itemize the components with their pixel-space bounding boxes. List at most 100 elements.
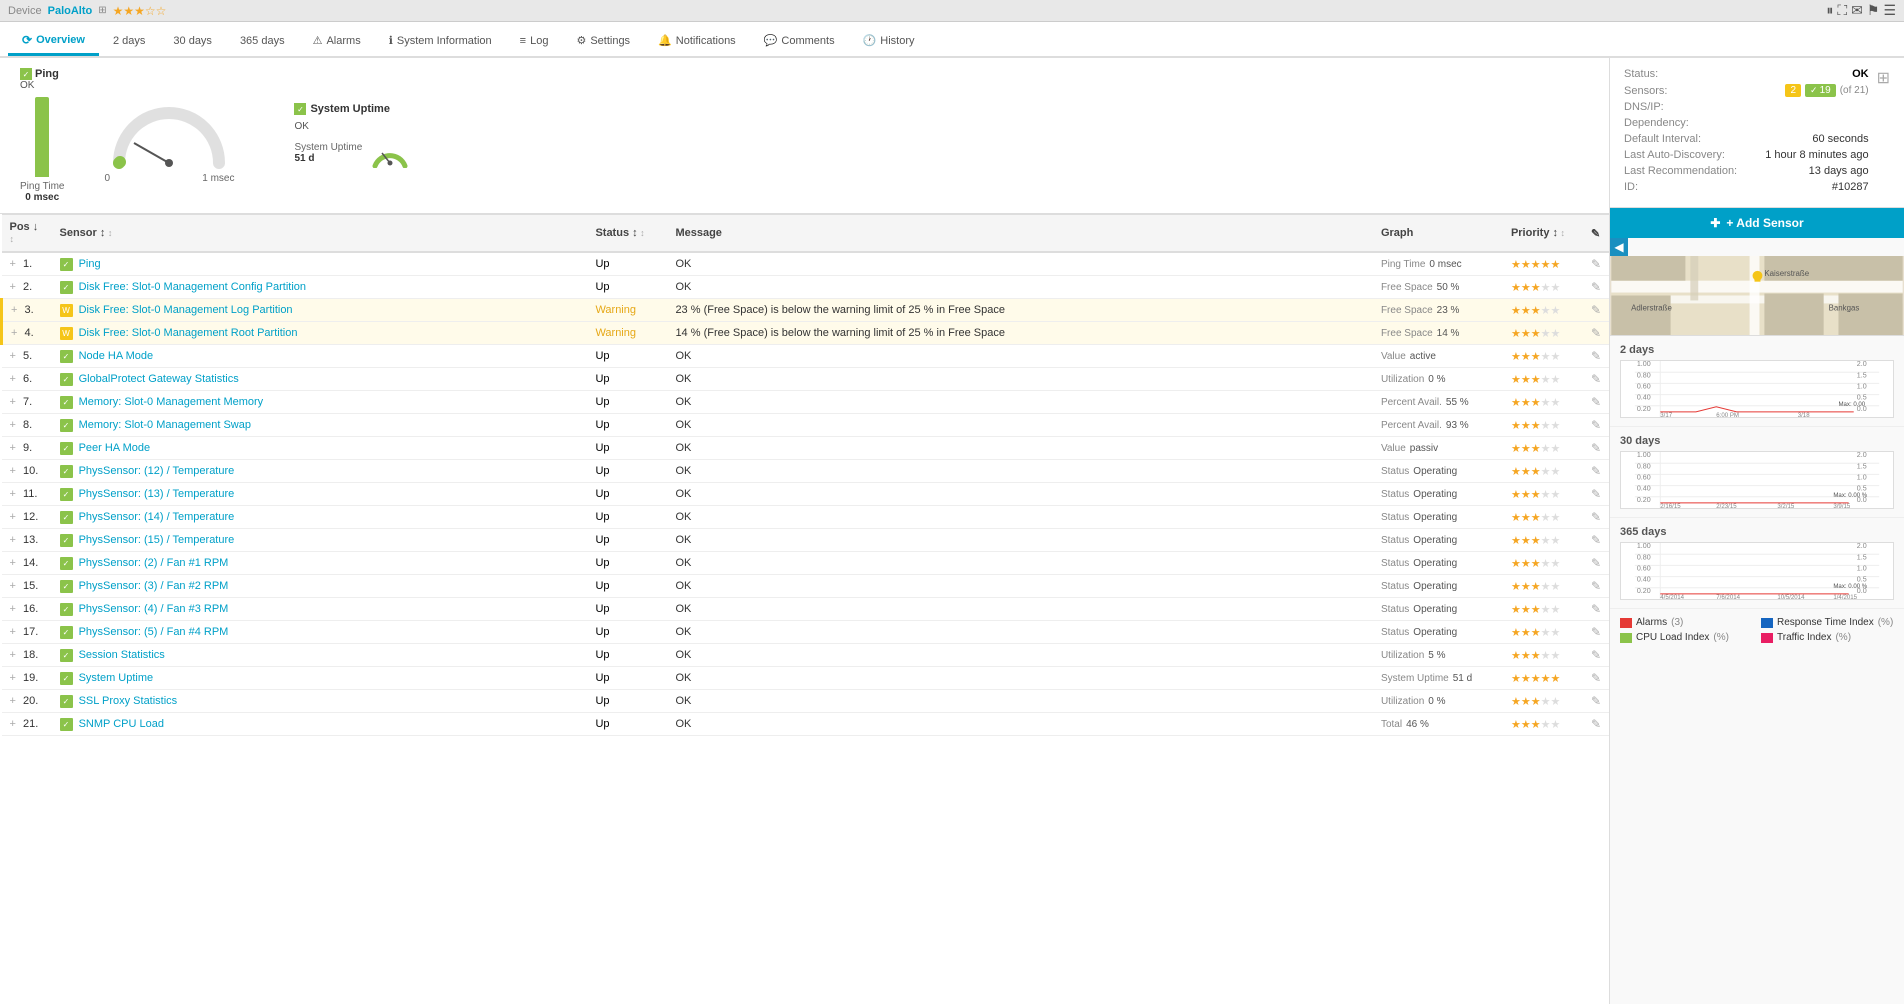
sensor-name[interactable]: Peer HA Mode [79,442,151,454]
edit-icon[interactable]: ✎ [1591,510,1601,524]
sensor-name[interactable]: Disk Free: Slot-0 Management Log Partiti… [79,304,293,316]
edit-icon[interactable]: ✎ [1591,395,1601,409]
sensor-name[interactable]: SSL Proxy Statistics [79,695,178,707]
tab-365days[interactable]: 365 days [226,29,299,56]
tab-comments[interactable]: 💬 Comments [750,28,849,56]
cell-edit[interactable]: ✎ [1583,667,1609,690]
sensor-name[interactable]: Disk Free: Slot-0 Management Root Partit… [79,327,298,339]
tab-sysinfo[interactable]: ℹ System Information [375,28,506,56]
th-sensor[interactable]: Sensor ↕ [52,215,588,253]
drag-handle[interactable]: + [10,626,16,638]
cell-edit[interactable]: ✎ [1583,506,1609,529]
cell-edit[interactable]: ✎ [1583,414,1609,437]
drag-handle[interactable]: + [10,718,16,730]
sensor-name[interactable]: SNMP CPU Load [79,718,164,730]
sensor-name[interactable]: Ping [79,258,101,270]
cell-edit[interactable]: ✎ [1583,276,1609,299]
cell-edit[interactable]: ✎ [1583,529,1609,552]
edit-icon[interactable]: ✎ [1591,326,1601,340]
sensor-name[interactable]: PhysSensor: (12) / Temperature [79,465,235,477]
sensor-name[interactable]: System Uptime [79,672,154,684]
edit-icon[interactable]: ✎ [1591,556,1601,570]
drag-handle[interactable]: + [10,580,16,592]
cell-edit[interactable]: ✎ [1583,252,1609,276]
drag-handle[interactable]: + [10,603,16,615]
sensor-name[interactable]: Disk Free: Slot-0 Management Config Part… [79,281,306,293]
sensor-name[interactable]: PhysSensor: (13) / Temperature [79,488,235,500]
drag-handle[interactable]: + [10,511,16,523]
drag-handle[interactable]: + [10,442,16,454]
sensor-name[interactable]: Memory: Slot-0 Management Memory [79,396,264,408]
sensor-name[interactable]: Session Statistics [79,649,165,661]
cell-edit[interactable]: ✎ [1583,368,1609,391]
cell-edit[interactable]: ✎ [1583,299,1609,322]
cell-edit[interactable]: ✎ [1583,437,1609,460]
edit-icon[interactable]: ✎ [1591,579,1601,593]
cell-edit[interactable]: ✎ [1583,713,1609,736]
drag-handle[interactable]: + [10,465,16,477]
cell-edit[interactable]: ✎ [1583,690,1609,713]
device-name[interactable]: PaloAlto [48,5,93,17]
tb-icon-4[interactable]: ⚑ [1867,2,1880,19]
sensor-name[interactable]: PhysSensor: (15) / Temperature [79,534,235,546]
tb-icon-3[interactable]: ✉ [1851,2,1863,19]
edit-icon[interactable]: ✎ [1591,441,1601,455]
edit-icon[interactable]: ✎ [1591,418,1601,432]
sensor-name[interactable]: PhysSensor: (14) / Temperature [79,511,235,523]
th-status[interactable]: Status ↕ [587,215,667,253]
device-stars[interactable]: ★★★☆☆ [113,4,167,18]
cell-edit[interactable]: ✎ [1583,460,1609,483]
edit-icon[interactable]: ✎ [1591,464,1601,478]
cell-edit[interactable]: ✎ [1583,598,1609,621]
sensor-name[interactable]: PhysSensor: (2) / Fan #1 RPM [79,557,229,569]
tab-30days[interactable]: 30 days [159,29,226,56]
tab-history[interactable]: 🕐 History [849,28,929,56]
tb-icon-2[interactable]: ⛶ [1837,2,1847,19]
edit-icon[interactable]: ✎ [1591,625,1601,639]
drag-handle[interactable]: + [10,557,16,569]
tb-icon-1[interactable]: ⏸ [1826,2,1833,19]
cell-edit[interactable]: ✎ [1583,322,1609,345]
sensor-name[interactable]: PhysSensor: (5) / Fan #4 RPM [79,626,229,638]
edit-icon[interactable]: ✎ [1591,602,1601,616]
cell-edit[interactable]: ✎ [1583,391,1609,414]
edit-icon[interactable]: ✎ [1591,303,1601,317]
grid-icon[interactable]: ⊞ [1877,68,1890,88]
cell-edit[interactable]: ✎ [1583,552,1609,575]
tab-log[interactable]: ≡ Log [506,29,563,56]
th-edit[interactable]: ✎ [1583,215,1609,253]
drag-handle[interactable]: + [11,327,17,339]
tb-icon-5[interactable]: ☰ [1883,2,1896,19]
drag-handle[interactable]: + [10,649,16,661]
sensor-name[interactable]: Node HA Mode [79,350,154,362]
tab-alarms[interactable]: ⚠ Alarms [299,28,375,56]
edit-icon[interactable]: ✎ [1591,648,1601,662]
cell-edit[interactable]: ✎ [1583,644,1609,667]
tab-settings[interactable]: ⚙ Settings [562,28,644,56]
drag-handle[interactable]: + [10,488,16,500]
edit-icon[interactable]: ✎ [1591,372,1601,386]
drag-handle[interactable]: + [11,304,17,316]
edit-icon[interactable]: ✎ [1591,257,1601,271]
edit-icon[interactable]: ✎ [1591,349,1601,363]
edit-icon[interactable]: ✎ [1591,671,1601,685]
tab-overview[interactable]: ⟳ Overview [8,27,99,56]
sensor-name[interactable]: GlobalProtect Gateway Statistics [79,373,239,385]
drag-handle[interactable]: + [10,281,16,293]
sensor-name[interactable]: PhysSensor: (4) / Fan #3 RPM [79,603,229,615]
th-pos[interactable]: Pos ↓ [2,215,52,253]
drag-handle[interactable]: + [10,373,16,385]
drag-handle[interactable]: + [10,419,16,431]
cell-edit[interactable]: ✎ [1583,621,1609,644]
cell-edit[interactable]: ✎ [1583,575,1609,598]
sensor-name[interactable]: Memory: Slot-0 Management Swap [79,419,251,431]
drag-handle[interactable]: + [10,695,16,707]
edit-icon[interactable]: ✎ [1591,717,1601,731]
tab-notifications[interactable]: 🔔 Notifications [644,28,750,56]
add-sensor-button[interactable]: ✚ + Add Sensor [1610,208,1904,238]
drag-handle[interactable]: + [10,350,16,362]
th-priority[interactable]: Priority ↕ [1503,215,1583,253]
edit-icon[interactable]: ✎ [1591,533,1601,547]
sensor-name[interactable]: PhysSensor: (3) / Fan #2 RPM [79,580,229,592]
sidebar-nav-arrow[interactable]: ◀ [1610,238,1628,256]
